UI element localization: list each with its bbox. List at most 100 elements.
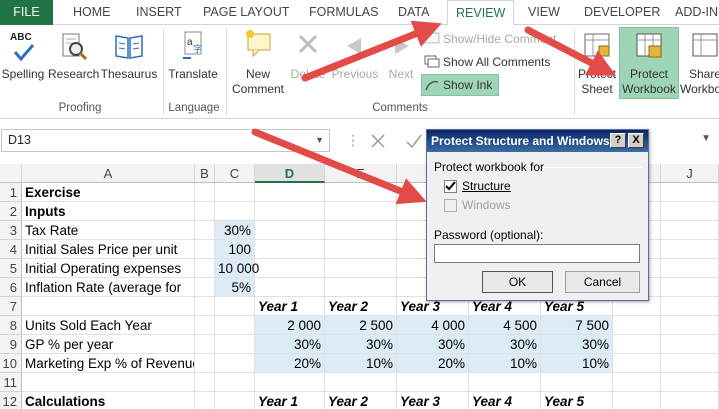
structure-checkbox[interactable] (444, 180, 457, 193)
column-header-c[interactable]: C (215, 164, 255, 183)
cell-b3[interactable] (195, 221, 215, 240)
cell-i8[interactable] (613, 316, 661, 335)
cell-f9[interactable]: 30% (397, 335, 469, 354)
previous-comment-button[interactable]: Previous (330, 28, 380, 82)
cell-h12[interactable]: Year 5 (541, 392, 613, 409)
cell-a2[interactable]: Inputs (22, 202, 195, 221)
cell-c3[interactable]: 30% (215, 221, 255, 240)
cell-b1[interactable] (195, 183, 215, 202)
structure-label[interactable]: Structure (462, 179, 511, 193)
cell-d7[interactable]: Year 1 (255, 297, 325, 316)
cancel-entry-icon[interactable] (368, 131, 388, 151)
cell-d5[interactable] (255, 259, 325, 278)
chevron-down-icon[interactable]: ▼ (315, 130, 324, 151)
cell-h8[interactable]: 7 500 (541, 316, 613, 335)
row-header-5[interactable]: 5 (0, 259, 22, 278)
cell-b12[interactable] (195, 392, 215, 409)
research-button[interactable]: Research (48, 28, 99, 82)
new-comment-button[interactable]: New Comment (230, 28, 286, 97)
cell-a9[interactable]: GP % per year (22, 335, 195, 354)
cell-e7[interactable]: Year 2 (325, 297, 397, 316)
cell-a7[interactable] (22, 297, 195, 316)
column-header-j[interactable]: J (661, 164, 719, 183)
cell-b4[interactable] (195, 240, 215, 259)
share-workbook-button[interactable]: Share Workbook (680, 28, 719, 97)
cell-b5[interactable] (195, 259, 215, 278)
ok-button[interactable]: OK (482, 271, 553, 293)
cell-c12[interactable] (215, 392, 255, 409)
column-header-a[interactable]: A (22, 164, 195, 183)
cell-e8[interactable]: 2 500 (325, 316, 397, 335)
cell-a12[interactable]: Calculations (22, 392, 195, 409)
row-header-12[interactable]: 12 (0, 392, 22, 409)
tab-developer[interactable]: DEVELOPER (584, 0, 660, 25)
password-input[interactable] (434, 244, 640, 263)
tab-review[interactable]: REVIEW (447, 0, 515, 26)
column-header-e[interactable]: E (325, 164, 397, 183)
cell-d3[interactable] (255, 221, 325, 240)
row-header-11[interactable]: 11 (0, 373, 22, 392)
row-header-2[interactable]: 2 (0, 202, 22, 221)
cell-e1[interactable] (325, 183, 397, 202)
cell-c4[interactable]: 100 (215, 240, 255, 259)
cell-c6[interactable]: 5% (215, 278, 255, 297)
help-button[interactable]: ? (610, 133, 626, 148)
cell-g11[interactable] (469, 373, 541, 392)
cell-c1[interactable] (215, 183, 255, 202)
select-all-corner[interactable] (0, 164, 22, 183)
cell-j5[interactable] (661, 259, 719, 278)
cell-i12[interactable] (613, 392, 661, 409)
show-hide-comment-button[interactable]: Show/Hide Comment (424, 29, 556, 49)
row-header-7[interactable]: 7 (0, 297, 22, 316)
cell-c10[interactable] (215, 354, 255, 373)
tab-data[interactable]: DATA (398, 0, 429, 25)
cell-d4[interactable] (255, 240, 325, 259)
cell-a3[interactable]: Tax Rate (22, 221, 195, 240)
tab-view[interactable]: VIEW (528, 0, 560, 25)
cell-i11[interactable] (613, 373, 661, 392)
cell-e11[interactable] (325, 373, 397, 392)
drag-handle-icon[interactable]: ⋮ (346, 132, 360, 149)
cell-e5[interactable] (325, 259, 397, 278)
cell-a4[interactable]: Initial Sales Price per unit (22, 240, 195, 259)
cell-g8[interactable]: 4 500 (469, 316, 541, 335)
cell-j8[interactable] (661, 316, 719, 335)
show-ink-button[interactable]: Show Ink (424, 75, 492, 95)
row-header-10[interactable]: 10 (0, 354, 22, 373)
cell-j4[interactable] (661, 240, 719, 259)
cell-f8[interactable]: 4 000 (397, 316, 469, 335)
cell-a5[interactable]: Initial Operating expenses (22, 259, 195, 278)
cell-j11[interactable] (661, 373, 719, 392)
column-header-d[interactable]: D (255, 164, 325, 183)
cell-g12[interactable]: Year 4 (469, 392, 541, 409)
name-box[interactable]: D13 ▼ (1, 129, 330, 152)
cell-i10[interactable] (613, 354, 661, 373)
cell-a11[interactable] (22, 373, 195, 392)
cell-i9[interactable] (613, 335, 661, 354)
cell-j1[interactable] (661, 183, 719, 202)
tab-file[interactable]: FILE (0, 0, 53, 25)
windows-checkbox[interactable] (444, 199, 457, 212)
cell-b9[interactable] (195, 335, 215, 354)
cell-d9[interactable]: 30% (255, 335, 325, 354)
cell-d1[interactable] (255, 183, 325, 202)
cell-j10[interactable] (661, 354, 719, 373)
tab-insert[interactable]: INSERT (136, 0, 182, 25)
row-header-9[interactable]: 9 (0, 335, 22, 354)
cell-j3[interactable] (661, 221, 719, 240)
cell-j12[interactable] (661, 392, 719, 409)
cell-e9[interactable]: 30% (325, 335, 397, 354)
cell-c9[interactable] (215, 335, 255, 354)
cell-a10[interactable]: Marketing Exp % of Revenue (22, 354, 195, 373)
cell-e12[interactable]: Year 2 (325, 392, 397, 409)
tab-add-ins[interactable]: ADD-INS (675, 0, 719, 25)
cell-f10[interactable]: 20% (397, 354, 469, 373)
next-comment-button[interactable]: Next (382, 28, 420, 82)
thesaurus-button[interactable]: Thesaurus (100, 28, 158, 82)
cell-b8[interactable] (195, 316, 215, 335)
cell-c8[interactable] (215, 316, 255, 335)
expand-formula-bar-icon[interactable]: ▼ (701, 133, 711, 144)
row-header-8[interactable]: 8 (0, 316, 22, 335)
tab-home[interactable]: HOME (73, 0, 111, 25)
row-header-1[interactable]: 1 (0, 183, 22, 202)
